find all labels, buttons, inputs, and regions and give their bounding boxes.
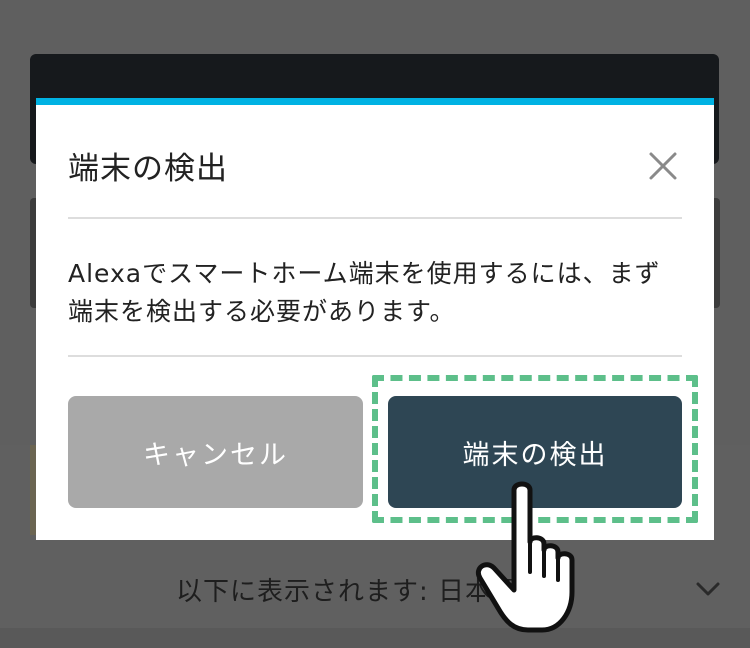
dialog-message: Alexaでスマートホーム端末を使用するには、まず端末を検出する必要があります。: [68, 259, 661, 326]
close-icon[interactable]: [648, 151, 678, 181]
divider: [68, 355, 682, 357]
hand-pointer-icon: [476, 481, 575, 633]
cancel-button[interactable]: キャンセル: [68, 396, 363, 508]
background-footer: [0, 628, 750, 648]
dialog-title: 端末の検出: [68, 151, 228, 187]
divider: [68, 217, 682, 219]
chevron-down-icon[interactable]: [695, 580, 721, 598]
